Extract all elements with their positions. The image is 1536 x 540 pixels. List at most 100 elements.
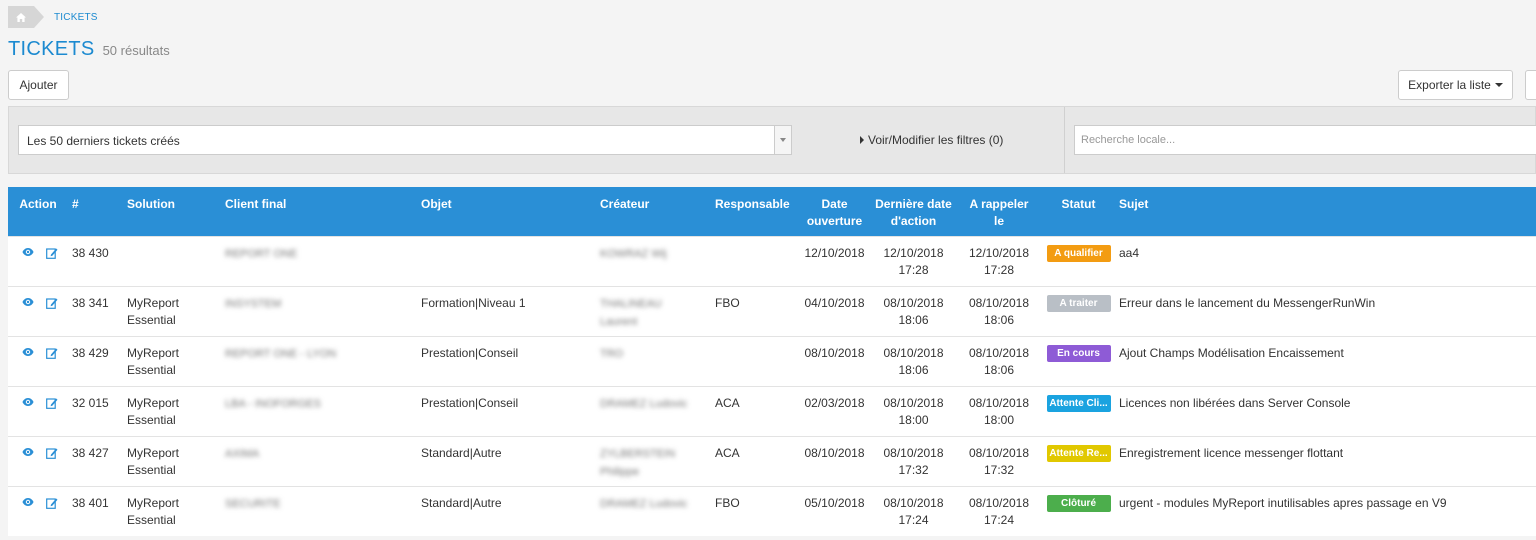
a-rappeler-cell: 08/10/2018 18:00 (956, 386, 1042, 437)
solution-line2: Essential (127, 363, 176, 377)
sujet-cell: Erreur dans le lancement du MessengerRun… (1115, 286, 1536, 337)
add-button[interactable]: Ajouter (8, 70, 69, 100)
eye-icon[interactable] (22, 397, 34, 409)
col-header-action[interactable]: Action (8, 187, 68, 237)
action-cell (8, 386, 68, 437)
derniere-time: 17:28 (898, 263, 929, 277)
derniere-date-cell: 08/10/2018 17:24 (871, 486, 956, 536)
eye-icon[interactable] (22, 497, 34, 509)
eye-icon[interactable] (22, 297, 34, 309)
createur-line2: Philippe (600, 466, 640, 478)
tickets-table-wrap: Action # Solution Client final Objet Cré… (8, 187, 1536, 536)
action-cell (8, 286, 68, 337)
status-badge[interactable]: A traiter (1046, 295, 1111, 312)
a-rappeler-cell: 12/10/2018 17:28 (956, 236, 1042, 287)
col-header-date-ouverture[interactable]: Date ouverture (798, 187, 871, 237)
createur-cell: DRAMEZ Ludovic (596, 486, 711, 536)
status-badge[interactable]: Attente Re... (1046, 445, 1111, 462)
home-icon[interactable] (8, 6, 44, 28)
table-row[interactable]: 38 429 MyReport Essential REPORT ONE - LYON… (8, 336, 1536, 387)
edit-icon[interactable] (46, 397, 58, 409)
col-header-responsable[interactable]: Responsable (711, 187, 798, 237)
client-cell: INSYSTEM (221, 286, 417, 337)
toggle-filters-link[interactable]: Voir/Modifier les filtres (0) (860, 133, 1003, 147)
derniere-time: 17:24 (898, 513, 929, 527)
solution-cell: MyReport Essential (123, 486, 221, 536)
derniere-date-cell: 08/10/2018 17:32 (871, 436, 956, 487)
createur-line1: DRAMEZ Ludovic (600, 498, 688, 510)
col-header-objet[interactable]: Objet (417, 187, 596, 237)
client-cell: REPORT ONE - LYON (221, 336, 417, 387)
responsable-cell (711, 336, 798, 387)
responsable-cell: FBO (711, 286, 798, 337)
table-row[interactable]: 38 427 MyReport Essential AXIMA Standard|Aut… (8, 436, 1536, 487)
client-cell: REPORT ONE (221, 236, 417, 287)
tickets-table: Action # Solution Client final Objet Cré… (8, 187, 1536, 536)
derniere-date: 08/10/2018 (883, 446, 944, 460)
createur-line1: DRAMEZ Ludovic (600, 398, 688, 410)
solution-cell: MyReport Essential (123, 286, 221, 337)
status-badge[interactable]: En cours (1046, 345, 1111, 362)
table-row[interactable]: 32 015 MyReport Essential LBA - INOFORGES Pr… (8, 386, 1536, 437)
table-row[interactable]: 38 341 MyReport Essential INSYSTEM Formation… (8, 286, 1536, 337)
col-header-createur[interactable]: Créateur (596, 187, 711, 237)
statut-cell: En cours (1042, 336, 1115, 387)
client-name: LBA - INOFORGES (225, 398, 321, 410)
col-header-date-ouverture-line2: ouverture (806, 214, 863, 228)
edit-icon[interactable] (46, 497, 58, 509)
eye-icon[interactable] (22, 347, 34, 359)
rappeler-time: 17:32 (983, 463, 1015, 477)
ticket-number: 38 430 (68, 236, 123, 287)
status-badge[interactable]: Clôturé (1046, 495, 1111, 512)
date-ouverture-cell: 12/10/2018 (798, 236, 871, 287)
col-header-sujet[interactable]: Sujet (1115, 187, 1536, 237)
eye-icon[interactable] (22, 247, 34, 259)
col-header-client[interactable]: Client final (221, 187, 417, 237)
objet-cell: Formation|Niveau 1 (417, 286, 596, 337)
ticket-number: 32 015 (68, 386, 123, 437)
eye-icon[interactable] (22, 447, 34, 459)
derniere-time: 18:00 (898, 413, 929, 427)
extra-action-button[interactable] (1525, 70, 1536, 100)
col-header-derniere-date-line1: Dernière date (875, 197, 952, 211)
col-header-derniere-date[interactable]: Dernière date d'action (871, 187, 956, 237)
col-header-a-rappeler[interactable]: A rappeler le (956, 187, 1042, 237)
preset-filter-select[interactable]: Les 50 derniers tickets créés (18, 125, 792, 155)
rappeler-date: 08/10/2018 (968, 296, 1030, 310)
solution-line2: Essential (127, 513, 176, 527)
derniere-time: 17:32 (898, 463, 929, 477)
status-badge[interactable]: A qualifier (1046, 245, 1111, 262)
sujet-cell: Ajout Champs Modélisation Encaissement (1115, 336, 1536, 387)
derniere-time: 18:06 (898, 363, 929, 377)
status-badge[interactable]: Attente Cli... (1046, 395, 1111, 412)
col-header-a-rappeler-line2: le (993, 214, 1004, 228)
col-header-number[interactable]: # (68, 187, 123, 237)
createur-line2: Laurent (600, 316, 638, 328)
breadcrumb: TICKETS (8, 6, 98, 28)
local-search-input[interactable] (1074, 125, 1536, 155)
ticket-number: 38 427 (68, 436, 123, 487)
chevron-down-icon[interactable] (774, 126, 791, 154)
table-row[interactable]: 38 430 REPORT ONE KOWRAZ Wij 12/10/2018 12/1… (8, 236, 1536, 287)
createur-line1: ZYLBERSTEIN (600, 448, 676, 460)
edit-icon[interactable] (46, 297, 58, 309)
objet-cell: Standard|Autre (417, 436, 596, 487)
export-list-button[interactable]: Exporter la liste (1398, 70, 1513, 100)
a-rappeler-cell: 08/10/2018 18:06 (956, 286, 1042, 337)
breadcrumb-tickets-link[interactable]: TICKETS (54, 12, 98, 23)
derniere-date: 12/10/2018 (883, 246, 944, 260)
col-header-a-rappeler-line1: A rappeler (969, 197, 1029, 211)
date-ouverture-cell: 08/10/2018 (798, 336, 871, 387)
edit-icon[interactable] (46, 347, 58, 359)
edit-icon[interactable] (46, 247, 58, 259)
edit-icon[interactable] (46, 447, 58, 459)
solution-cell (123, 236, 221, 287)
responsable-cell (711, 236, 798, 287)
col-header-solution[interactable]: Solution (123, 187, 221, 237)
table-header-row: Action # Solution Client final Objet Cré… (8, 187, 1536, 237)
statut-cell: Attente Re... (1042, 436, 1115, 487)
rappeler-time: 18:00 (983, 413, 1015, 427)
table-row[interactable]: 38 401 MyReport Essential SECURITE Standard|… (8, 486, 1536, 536)
responsable-cell: FBO (711, 486, 798, 536)
col-header-statut[interactable]: Statut (1042, 187, 1115, 237)
